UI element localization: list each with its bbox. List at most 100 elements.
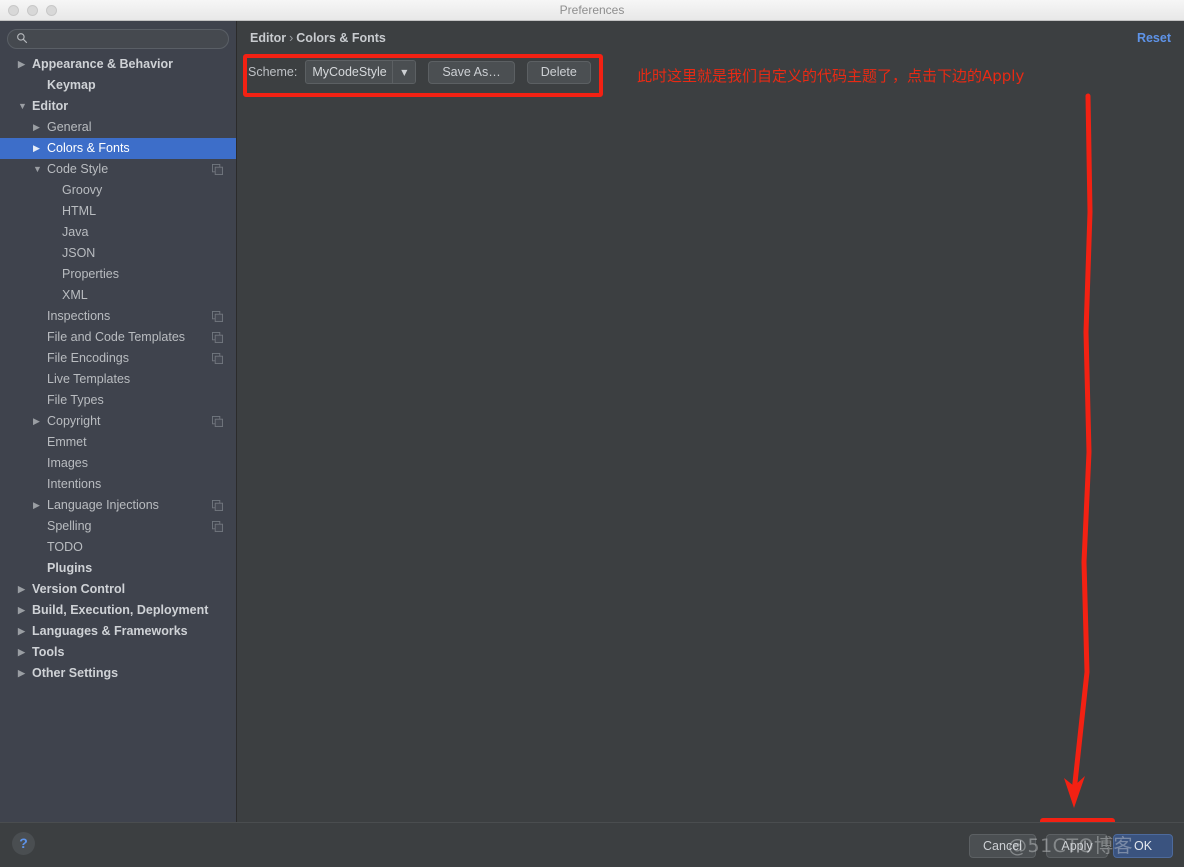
sidebar-item-colors-and-fonts[interactable]: ▶ Colors & Fonts — [0, 138, 236, 159]
breadcrumb-separator-icon: › — [289, 31, 294, 45]
sidebar-item-spelling[interactable]: Spelling — [0, 516, 236, 537]
chevron-right-icon[interactable]: ▶ — [18, 642, 25, 663]
delete-button[interactable]: Delete — [526, 60, 591, 84]
sidebar-item-appearance-and-behavior[interactable]: ▶ Appearance & Behavior — [0, 54, 236, 75]
sidebar-item-general[interactable]: ▶ General — [0, 117, 236, 138]
sidebar-item-label: Intentions — [47, 477, 102, 491]
chevron-down-icon[interactable]: ▼ — [392, 61, 416, 83]
sidebar-item-label: Inspections — [47, 309, 111, 323]
copy-icon[interactable] — [212, 164, 223, 175]
chevron-right-icon[interactable]: ▶ — [18, 663, 25, 684]
sidebar-item-label: Build, Execution, Deployment — [32, 603, 209, 617]
sidebar-item-copyright[interactable]: ▶ Copyright — [0, 411, 236, 432]
copy-icon[interactable] — [212, 311, 223, 322]
scheme-select[interactable]: MyCodeStyle ▼ — [305, 60, 417, 84]
sidebar-item-other-settings[interactable]: ▶ Other Settings — [0, 663, 236, 684]
sidebar-item-inspections[interactable]: Inspections — [0, 306, 236, 327]
sidebar-item-languages-and-frameworks[interactable]: ▶ Languages & Frameworks — [0, 621, 236, 642]
sidebar-item-plugins[interactable]: Plugins — [0, 558, 236, 579]
scheme-selected-value: MyCodeStyle — [312, 65, 387, 79]
chevron-down-icon[interactable]: ▼ — [33, 159, 42, 180]
chevron-right-icon[interactable]: ▶ — [33, 138, 40, 159]
sidebar-item-file-encodings[interactable]: File Encodings — [0, 348, 236, 369]
chevron-right-icon[interactable]: ▶ — [18, 600, 25, 621]
sidebar-item-todo[interactable]: TODO — [0, 537, 236, 558]
settings-tree: ▶ Appearance & Behavior Keymap ▼ Editor ▶ Gene… — [0, 54, 236, 684]
save-as-button[interactable]: Save As… — [428, 60, 515, 84]
settings-sidebar: ▶ Appearance & Behavior Keymap ▼ Editor ▶ Gene… — [0, 21, 237, 822]
sidebar-item-file-types[interactable]: File Types — [0, 390, 236, 411]
sidebar-item-java[interactable]: Java — [0, 222, 236, 243]
sidebar-item-label: File and Code Templates — [47, 330, 186, 344]
sidebar-item-label: Emmet — [47, 435, 87, 449]
sidebar-item-label: Language Injections — [47, 498, 159, 512]
sidebar-item-label: Appearance & Behavior — [32, 57, 174, 71]
copy-icon[interactable] — [212, 521, 223, 532]
chevron-right-icon[interactable]: ▶ — [18, 621, 25, 642]
sidebar-item-label: File Encodings — [47, 351, 129, 365]
search-field-wrapper — [7, 28, 229, 49]
sidebar-item-label: Properties — [62, 267, 119, 281]
scheme-label: Scheme: — [248, 65, 298, 79]
sidebar-item-label: File Types — [47, 393, 104, 407]
chevron-right-icon[interactable]: ▶ — [33, 411, 40, 432]
sidebar-item-groovy[interactable]: Groovy — [0, 180, 236, 201]
apply-button[interactable]: Apply — [1046, 834, 1108, 858]
sidebar-item-label: Tools — [32, 645, 65, 659]
sidebar-item-tools[interactable]: ▶ Tools — [0, 642, 236, 663]
chevron-down-icon[interactable]: ▼ — [18, 96, 27, 117]
sidebar-item-label: Images — [47, 456, 88, 470]
copy-icon[interactable] — [212, 416, 223, 427]
sidebar-item-label: Colors & Fonts — [47, 141, 130, 155]
sidebar-item-label: Editor — [32, 99, 69, 113]
sidebar-item-file-and-code-templates[interactable]: File and Code Templates — [0, 327, 236, 348]
sidebar-item-label: JSON — [62, 246, 96, 260]
sidebar-item-build-execution-deployment[interactable]: ▶ Build, Execution, Deployment — [0, 600, 236, 621]
window-titlebar: Preferences — [0, 0, 1184, 21]
sidebar-item-label: Groovy — [62, 183, 103, 197]
sidebar-item-emmet[interactable]: Emmet — [0, 432, 236, 453]
sidebar-item-label: Copyright — [47, 414, 101, 428]
breadcrumb-parent[interactable]: Editor — [250, 31, 286, 45]
sidebar-item-label: Code Style — [47, 162, 109, 176]
chevron-right-icon[interactable]: ▶ — [33, 117, 40, 138]
sidebar-item-label: Live Templates — [47, 372, 131, 386]
settings-main-panel: Editor › Colors & Fonts Reset Scheme: MyCo… — [238, 21, 1184, 822]
sidebar-item-code-style[interactable]: ▼ Code Style — [0, 159, 236, 180]
copy-icon[interactable] — [212, 353, 223, 364]
sidebar-item-label: TODO — [47, 540, 83, 554]
sidebar-item-label: Languages & Frameworks — [32, 624, 188, 638]
sidebar-item-keymap[interactable]: Keymap — [0, 75, 236, 96]
chevron-down-glyph: ▼ — [401, 67, 408, 77]
preferences-window: Preferences ▶ Appearance & Behavior Keymap… — [0, 0, 1184, 867]
sidebar-item-images[interactable]: Images — [0, 453, 236, 474]
sidebar-item-label: Java — [62, 225, 89, 239]
sidebar-item-label: Plugins — [47, 561, 93, 575]
sidebar-item-intentions[interactable]: Intentions — [0, 474, 236, 495]
chevron-right-icon[interactable]: ▶ — [33, 495, 40, 516]
copy-icon[interactable] — [212, 500, 223, 511]
sidebar-item-live-templates[interactable]: Live Templates — [0, 369, 236, 390]
scheme-toolbar: Scheme: MyCodeStyle ▼ Save As… Delete — [248, 57, 591, 87]
breadcrumb-current: Colors & Fonts — [296, 31, 386, 45]
sidebar-item-xml[interactable]: XML — [0, 285, 236, 306]
sidebar-item-label: Keymap — [47, 78, 96, 92]
sidebar-item-label: Spelling — [47, 519, 92, 533]
ok-button[interactable]: OK — [1113, 834, 1173, 858]
sidebar-item-properties[interactable]: Properties — [0, 264, 236, 285]
sidebar-item-html[interactable]: HTML — [0, 201, 236, 222]
search-input[interactable] — [7, 29, 229, 49]
copy-icon[interactable] — [212, 332, 223, 343]
sidebar-item-language-injections[interactable]: ▶ Language Injections — [0, 495, 236, 516]
reset-link[interactable]: Reset — [1137, 31, 1171, 45]
sidebar-item-label: General — [47, 120, 92, 134]
sidebar-item-version-control[interactable]: ▶ Version Control — [0, 579, 236, 600]
cancel-button[interactable]: Cancel — [969, 834, 1036, 858]
help-icon[interactable]: ? — [12, 832, 35, 855]
window-title: Preferences — [559, 3, 625, 17]
chevron-right-icon[interactable]: ▶ — [18, 579, 25, 600]
chevron-right-icon[interactable]: ▶ — [18, 54, 25, 75]
sidebar-item-editor[interactable]: ▼ Editor — [0, 96, 236, 117]
sidebar-item-json[interactable]: JSON — [0, 243, 236, 264]
sidebar-item-label: Other Settings — [32, 666, 119, 680]
